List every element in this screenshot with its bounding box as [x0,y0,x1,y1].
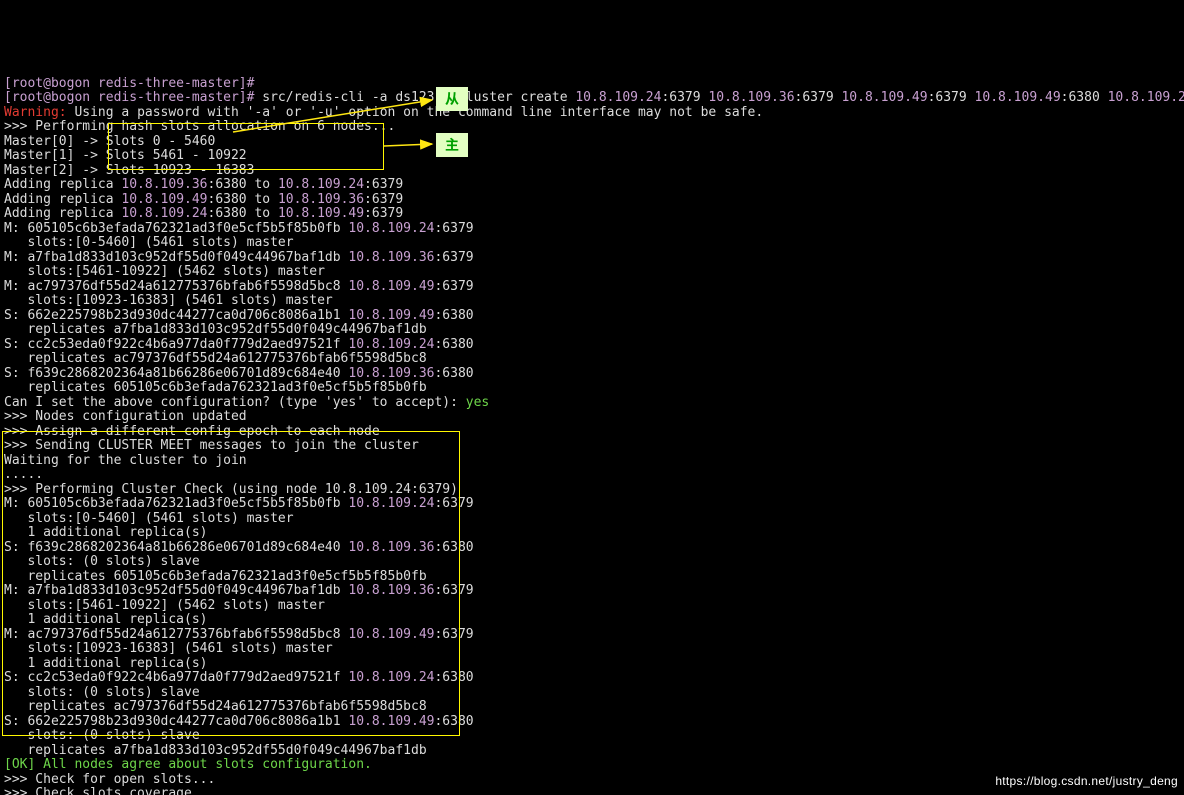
confirm-text: Can I set the above configuration? (type… [4,395,466,410]
watermark: https://blog.csdn.net/justry_deng [995,774,1178,789]
prompt: [root@bogon redis-three-master]# [4,76,254,91]
annotation-cong: 从 [436,87,468,111]
replica-line: Adding replica [4,206,121,221]
line: Master[1] -> Slots 5461 - 10922 [4,148,247,163]
replica-line: Adding replica [4,192,121,207]
warning-text: Using a password with '-a' or '-u' optio… [67,105,764,120]
cluster-check-header: >>> Performing Cluster Check (using node… [4,482,458,497]
warning-label: Warning: [4,105,67,120]
line: Master[0] -> Slots 0 - 5460 [4,134,215,149]
command-text: src/redis-cli -a ds123 --cluster create [262,90,575,105]
ok1: [OK] All nodes agree about slots configu… [4,757,372,772]
annotation-zhu: 主 [436,133,468,157]
line: Master[2] -> Slots 10923 - 16383 [4,163,254,178]
prompt: [root@bogon redis-three-master]# [4,90,262,105]
terminal[interactable]: [root@bogon redis-three-master]# [root@b… [0,73,1184,795]
line: >>> Performing hash slots allocation on … [4,119,395,134]
replica-line: Adding replica [4,177,121,192]
command-ips: 10.8.109.24:6379 10.8.109.36:6379 10.8.1… [575,90,1184,105]
confirm-yes: yes [466,395,489,410]
